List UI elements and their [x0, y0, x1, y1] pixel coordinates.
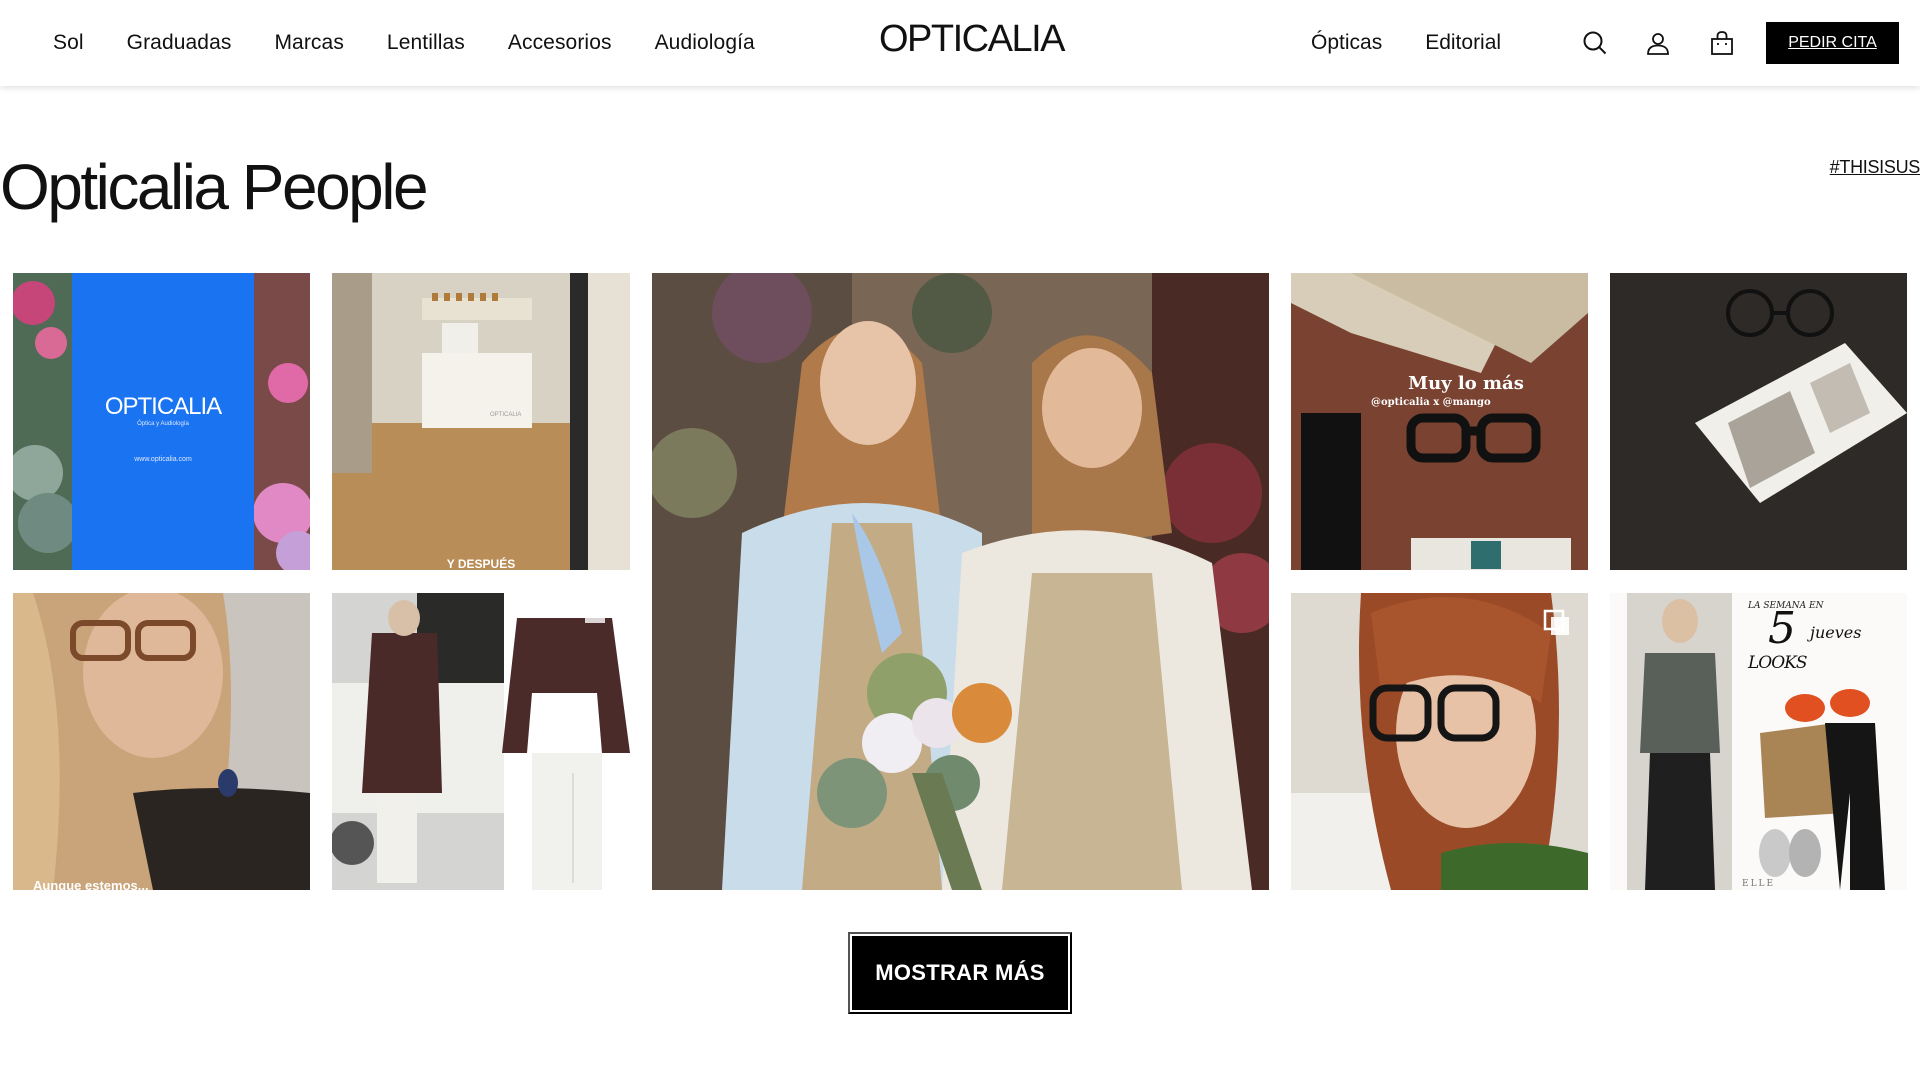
secondary-nav: Ópticas Editorial — [1311, 0, 1544, 86]
gallery-tile-8[interactable] — [1291, 593, 1588, 890]
nav-sol[interactable]: Sol — [53, 31, 84, 55]
site-logo[interactable]: OPTICALIA — [879, 14, 1066, 64]
tile-2-sign: OPTICALIA — [490, 412, 522, 418]
tile-9-image — [1610, 593, 1907, 890]
nav-accesorios[interactable]: Accesorios — [508, 31, 612, 55]
multi-image-icon — [1543, 609, 1571, 637]
site-header: Sol Graduadas Marcas Lentillas Accesorio… — [0, 0, 1920, 86]
tile-4-headline: Muy lo más — [1408, 373, 1524, 394]
show-more-button[interactable]: MOSTRAR MÁS — [848, 932, 1072, 1014]
search-icon[interactable] — [1579, 27, 1611, 59]
tile-7-image — [332, 593, 630, 890]
tile-6-caption: Aunque estemos... — [33, 878, 149, 890]
featured-photo-image — [652, 273, 1269, 890]
tile-9-footer: ELLE — [1742, 879, 1776, 889]
tile-8-image — [1291, 593, 1588, 890]
nav-opticas[interactable]: Ópticas — [1311, 31, 1382, 55]
gallery-tile-1[interactable]: OPTICALIA Óptica y Audiología www.optica… — [13, 273, 310, 570]
nav-audiologia[interactable]: Audiología — [655, 31, 755, 55]
tile-4-image — [1291, 273, 1588, 570]
nav-graduadas[interactable]: Graduadas — [127, 31, 232, 55]
user-icon[interactable] — [1642, 27, 1674, 59]
tile-9-looks: LOOKS — [1748, 653, 1808, 673]
tile-9-word: jueves — [1810, 623, 1862, 642]
tile-2-caption: Y DESPUÉS — [446, 557, 516, 570]
tile-1-logo: OPTICALIA — [104, 393, 222, 420]
page-title: Opticalia People — [0, 151, 429, 223]
tile-9-number: 5 — [1768, 603, 1796, 654]
bag-icon[interactable] — [1706, 27, 1738, 59]
gallery-tile-2[interactable]: OPTICALIA Y DESPUÉS — [332, 273, 630, 570]
tile-1-tagline: Óptica y Audiología — [137, 421, 189, 427]
gallery-tile-featured[interactable] — [652, 273, 1269, 890]
logo-text: OPTICALIA — [879, 17, 1066, 60]
gallery-tile-5[interactable] — [1610, 273, 1907, 570]
tile-4-sub: @opticalia x @mango — [1371, 397, 1491, 408]
nav-editorial[interactable]: Editorial — [1425, 31, 1501, 55]
tile-5-image — [1610, 273, 1907, 570]
hashtag-link[interactable]: #THISISUS — [1830, 157, 1920, 178]
tile-2-image — [332, 273, 630, 570]
gallery-tile-7[interactable] — [332, 593, 630, 890]
tile-1-url: www.opticalia.com — [134, 456, 192, 463]
nav-marcas[interactable]: Marcas — [274, 31, 343, 55]
gallery-tile-9[interactable]: LA SEMANA EN 5 jueves LOOKS ELLE — [1610, 593, 1907, 890]
gallery-tile-4[interactable]: Muy lo más @opticalia x @mango — [1291, 273, 1588, 570]
nav-lentillas[interactable]: Lentillas — [387, 31, 465, 55]
tile-6-image — [13, 593, 310, 890]
book-appointment-button[interactable]: PEDIR CITA — [1766, 22, 1899, 64]
gallery-tile-6[interactable]: Aunque estemos... — [13, 593, 310, 890]
main-nav: Sol Graduadas Marcas Lentillas Accesorio… — [53, 0, 798, 86]
